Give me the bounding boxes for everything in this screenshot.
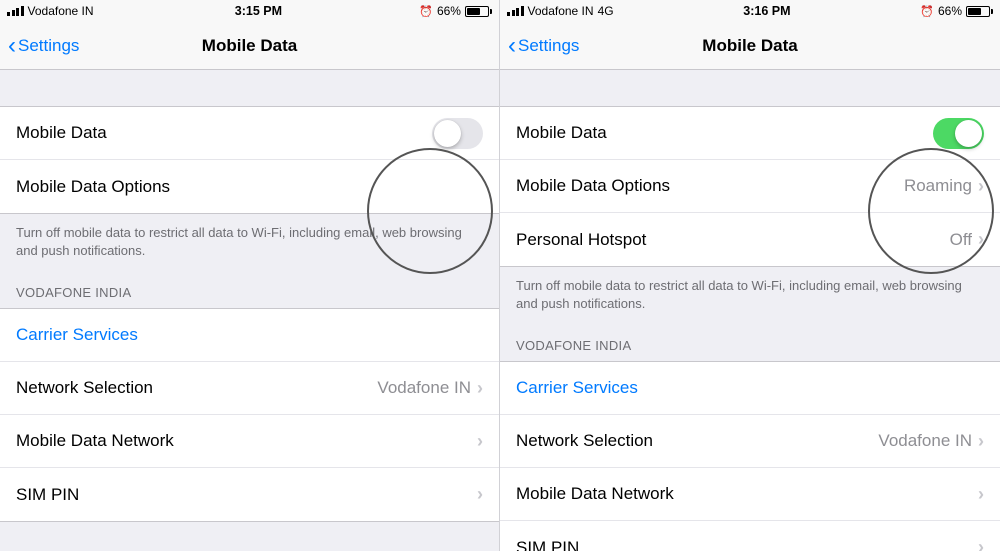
phone-right: Vodafone IN 4G 3:16 PM ⏰ 66% ‹ Settings … [500, 0, 1000, 551]
signal-icon [507, 6, 524, 16]
status-bar: Vodafone IN 3:15 PM ⏰ 66% [0, 0, 499, 22]
chevron-right-icon: › [978, 537, 984, 551]
mobile-data-group: Mobile Data Mobile Data Options Roaming … [500, 106, 1000, 267]
clock: 3:15 PM [235, 4, 282, 18]
mobile-data-label: Mobile Data [16, 123, 432, 143]
group-footer: Turn off mobile data to restrict all dat… [0, 214, 499, 267]
sim-pin-row[interactable]: SIM PIN › [0, 468, 499, 521]
battery-icon [465, 6, 492, 17]
mobile-data-network-row[interactable]: Mobile Data Network › [0, 415, 499, 468]
network-selection-row[interactable]: Network Selection Vodafone IN › [500, 415, 1000, 468]
section-header: VODAFONE INDIA [0, 267, 499, 308]
clock: 3:16 PM [743, 4, 790, 18]
nav-bar: ‹ Settings Mobile Data [0, 22, 499, 70]
carrier-group: Carrier Services Network Selection Vodaf… [0, 308, 499, 522]
chevron-right-icon: › [978, 176, 984, 197]
chevron-right-icon: › [978, 229, 984, 250]
sim-pin-row[interactable]: SIM PIN › [500, 521, 1000, 551]
mobile-data-options-row[interactable]: Mobile Data Options Roaming › [500, 160, 1000, 213]
personal-hotspot-row[interactable]: Personal Hotspot Off › [500, 213, 1000, 266]
carrier-services-row[interactable]: Carrier Services [500, 362, 1000, 415]
network-selection-label: Network Selection [16, 378, 377, 398]
chevron-right-icon: › [978, 431, 984, 452]
chevron-right-icon: › [477, 431, 483, 452]
status-bar: Vodafone IN 4G 3:16 PM ⏰ 66% [500, 0, 1000, 22]
chevron-right-icon: › [477, 484, 483, 505]
battery-percent: 66% [938, 4, 962, 18]
network-selection-label: Network Selection [516, 431, 878, 451]
mobile-data-label: Mobile Data [516, 123, 933, 143]
signal-icon [7, 6, 24, 16]
back-button[interactable]: ‹ Settings [0, 34, 79, 58]
back-label: Settings [18, 36, 79, 56]
chevron-left-icon: ‹ [508, 34, 516, 58]
mobile-data-options-row[interactable]: Mobile Data Options [0, 160, 499, 213]
battery-percent: 66% [437, 4, 461, 18]
personal-hotspot-label: Personal Hotspot [516, 230, 950, 250]
sim-pin-label: SIM PIN [16, 485, 477, 505]
chevron-right-icon: › [477, 378, 483, 399]
sim-pin-label: SIM PIN [516, 538, 978, 551]
chevron-right-icon: › [978, 484, 984, 505]
carrier-services-label: Carrier Services [16, 325, 483, 345]
mobile-data-options-label: Mobile Data Options [516, 176, 904, 196]
mobile-data-toggle[interactable] [933, 118, 984, 149]
phone-left: Vodafone IN 3:15 PM ⏰ 66% ‹ Settings Mob… [0, 0, 500, 551]
alarm-icon: ⏰ [920, 5, 934, 18]
network-label: 4G [598, 4, 614, 18]
network-selection-row[interactable]: Network Selection Vodafone IN › [0, 362, 499, 415]
mobile-data-options-value: Roaming [904, 176, 972, 196]
chevron-left-icon: ‹ [8, 34, 16, 58]
back-label: Settings [518, 36, 579, 56]
mobile-data-toggle[interactable] [432, 118, 483, 149]
mobile-data-options-label: Mobile Data Options [16, 177, 483, 197]
alarm-icon: ⏰ [419, 5, 433, 18]
back-button[interactable]: ‹ Settings [500, 34, 579, 58]
carrier-services-label: Carrier Services [516, 378, 984, 398]
battery-icon [966, 6, 993, 17]
personal-hotspot-value: Off [950, 230, 972, 250]
network-selection-value: Vodafone IN [878, 431, 972, 451]
group-footer: Turn off mobile data to restrict all dat… [500, 267, 1000, 320]
network-selection-value: Vodafone IN [377, 378, 471, 398]
mobile-data-network-label: Mobile Data Network [516, 484, 978, 504]
mobile-data-group: Mobile Data Mobile Data Options [0, 106, 499, 214]
nav-bar: ‹ Settings Mobile Data [500, 22, 1000, 70]
carrier-label: Vodafone IN [28, 4, 94, 18]
carrier-label: Vodafone IN [528, 4, 594, 18]
carrier-services-row[interactable]: Carrier Services [0, 309, 499, 362]
mobile-data-network-label: Mobile Data Network [16, 431, 477, 451]
mobile-data-network-row[interactable]: Mobile Data Network › [500, 468, 1000, 521]
carrier-group: Carrier Services Network Selection Vodaf… [500, 361, 1000, 551]
mobile-data-row[interactable]: Mobile Data [500, 107, 1000, 160]
mobile-data-row[interactable]: Mobile Data [0, 107, 499, 160]
section-header: VODAFONE INDIA [500, 320, 1000, 361]
